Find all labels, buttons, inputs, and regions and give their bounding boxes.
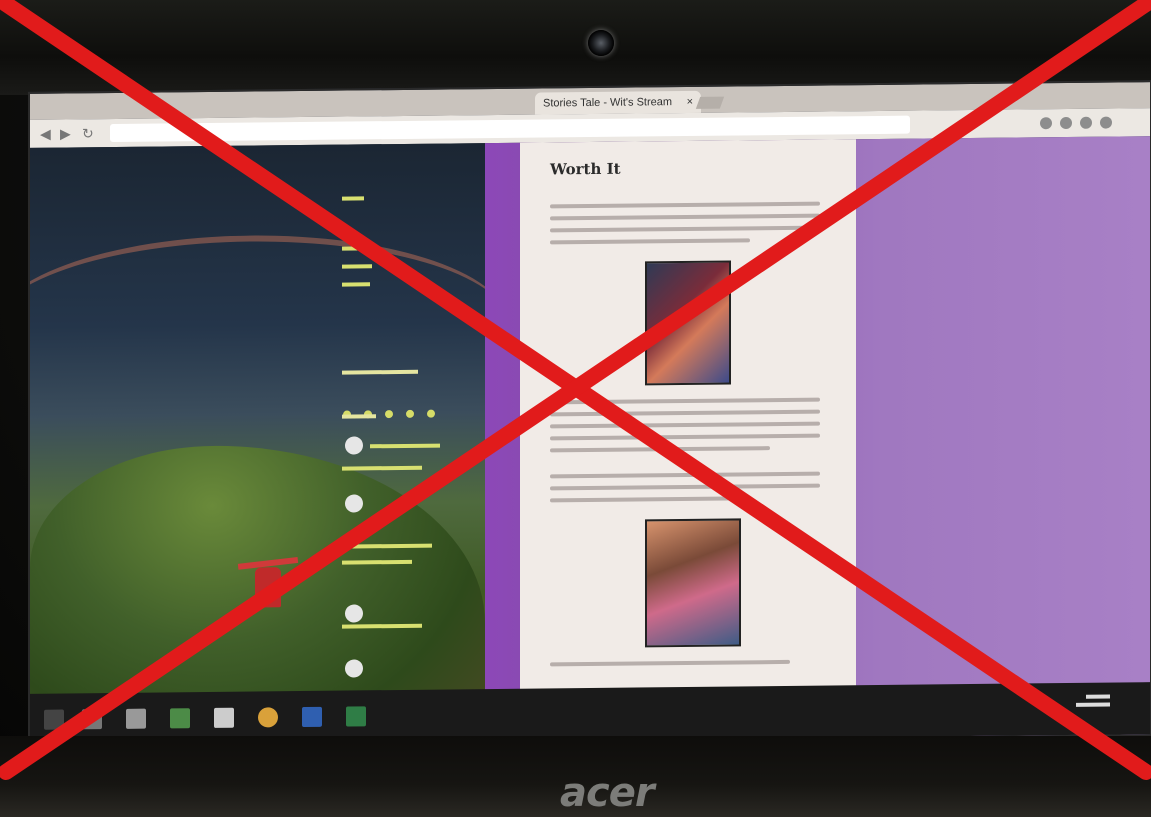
text-line [550, 201, 820, 209]
system-clock[interactable] [1076, 694, 1110, 707]
sidebar-link[interactable] [342, 196, 364, 201]
back-icon[interactable]: ◀ [40, 126, 51, 143]
author-link[interactable] [342, 465, 422, 471]
calculator-icon[interactable] [126, 708, 146, 729]
sidebar-link[interactable] [342, 246, 368, 251]
file-explorer-icon[interactable] [82, 709, 102, 730]
excel-icon[interactable] [346, 706, 366, 727]
text-line [550, 409, 820, 417]
photo-scene: Stories Tale - Wit's Stream × ◀ ▶ ↻ Wort… [0, 0, 1151, 817]
sidebar-link[interactable] [342, 282, 370, 287]
author-avatar[interactable] [345, 659, 363, 678]
text-line [550, 496, 730, 503]
address-bar[interactable] [110, 115, 910, 143]
author-avatar[interactable] [345, 436, 363, 455]
webcam-icon [588, 30, 614, 56]
reload-icon[interactable]: ↻ [82, 125, 94, 142]
author-avatar[interactable] [345, 604, 363, 623]
new-tab-button[interactable] [695, 96, 725, 109]
windows-start-icon[interactable] [44, 709, 64, 730]
file-icon[interactable] [214, 707, 234, 728]
text-line [550, 446, 770, 453]
social-icon[interactable] [406, 409, 414, 418]
text-line [550, 433, 820, 441]
sidebar-link[interactable] [342, 264, 372, 269]
forward-icon[interactable]: ▶ [60, 125, 71, 142]
laptop-top-bezel [0, 0, 1151, 95]
blog-post-column: Worth It [520, 139, 856, 741]
text-line [550, 471, 820, 479]
post-title: Worth It [550, 159, 621, 179]
text-line [550, 213, 820, 221]
rainbow [28, 232, 510, 425]
tab-title: Stories Tale - Wit's Stream [543, 96, 673, 110]
browser-tab[interactable]: Stories Tale - Wit's Stream × [535, 90, 701, 115]
menu-icon[interactable] [1100, 116, 1112, 129]
movie-poster-image[interactable] [645, 260, 731, 386]
text-line [550, 421, 820, 429]
author-avatar[interactable] [345, 494, 363, 513]
word-icon[interactable] [302, 706, 322, 728]
text-line [550, 483, 820, 491]
text-line [550, 397, 820, 405]
app-icon[interactable] [170, 708, 190, 729]
social-icon[interactable] [427, 409, 435, 418]
author-link[interactable] [370, 443, 440, 449]
text-line [550, 238, 750, 245]
extension-icon[interactable] [1080, 116, 1092, 129]
extension-icon[interactable] [1060, 116, 1072, 130]
blog-background-photo [28, 143, 510, 748]
text-line [550, 225, 820, 233]
social-icon[interactable] [385, 410, 393, 419]
person-in-red [255, 567, 281, 608]
sidebar-heading [342, 414, 376, 419]
extension-icon[interactable] [1040, 117, 1052, 130]
laptop-screen: Stories Tale - Wit's Stream × ◀ ▶ ↻ Wort… [28, 80, 1151, 748]
sidebar-heading [342, 369, 418, 375]
text-line [550, 659, 790, 667]
author-link[interactable] [342, 559, 412, 565]
author-link[interactable] [342, 623, 422, 629]
chrome-icon[interactable] [258, 707, 278, 728]
tab-close-icon[interactable]: × [687, 91, 693, 113]
laptop-brand-logo: acer [560, 770, 655, 816]
family-photo-image[interactable] [645, 518, 741, 648]
